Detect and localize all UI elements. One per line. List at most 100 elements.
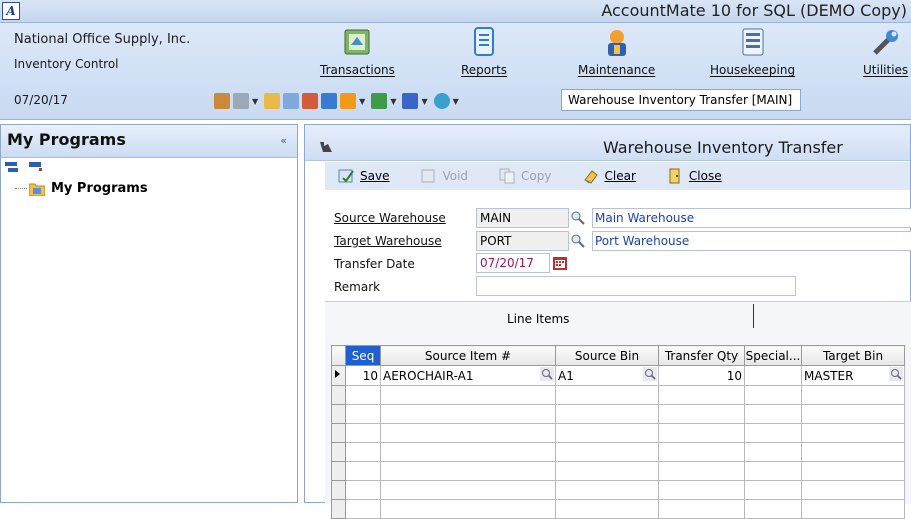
column-header-source-item[interactable]: Source Item # xyxy=(380,345,556,366)
grid-cell[interactable] xyxy=(658,442,745,462)
clear-button[interactable]: Clear xyxy=(582,167,636,185)
grid-cell[interactable] xyxy=(380,461,556,481)
grid-cell[interactable] xyxy=(658,404,745,424)
folder-icon[interactable] xyxy=(264,93,281,109)
outlook-icon[interactable] xyxy=(340,93,357,109)
source-warehouse-field[interactable]: MAIN xyxy=(476,208,569,228)
grid-cell[interactable] xyxy=(555,423,659,443)
grid-cell[interactable] xyxy=(345,442,381,462)
grid-cell[interactable] xyxy=(555,461,659,481)
menu-maintenance[interactable]: Maintenance xyxy=(578,25,655,77)
grid-cell[interactable] xyxy=(801,385,905,405)
menu-reports[interactable]: Reports xyxy=(461,25,507,77)
table-row[interactable] xyxy=(331,499,905,519)
grid-cell[interactable] xyxy=(801,442,905,462)
collapse-icon[interactable]: « xyxy=(280,134,287,147)
grid-cell[interactable] xyxy=(658,480,745,500)
grid-cell[interactable] xyxy=(345,461,381,481)
grid-cell[interactable] xyxy=(744,404,802,424)
excel-icon[interactable] xyxy=(371,93,388,109)
table-row[interactable] xyxy=(331,442,905,462)
menu-utilities[interactable]: Utilities xyxy=(863,25,908,77)
grid-cell[interactable] xyxy=(555,404,659,424)
word-icon[interactable] xyxy=(402,93,419,109)
grid-cell[interactable] xyxy=(658,423,745,443)
collapse-all-icon[interactable] xyxy=(29,162,43,174)
grid-cell[interactable] xyxy=(555,499,659,519)
remark-field[interactable] xyxy=(476,276,796,296)
chart-icon[interactable] xyxy=(302,93,319,109)
crystal-report-icon[interactable] xyxy=(321,93,338,109)
grid-cell[interactable] xyxy=(658,461,745,481)
transfer-date-field[interactable]: 07/20/17 xyxy=(476,253,550,273)
expand-all-icon[interactable] xyxy=(5,162,19,174)
table-row[interactable] xyxy=(331,404,905,424)
close-button[interactable]: Close xyxy=(666,167,722,185)
menu-transactions[interactable]: Transactions xyxy=(320,25,395,77)
grid-cell[interactable] xyxy=(380,480,556,500)
grid-cell[interactable] xyxy=(744,442,802,462)
source-item-cell[interactable]: AEROCHAIR-A1 xyxy=(380,365,556,386)
target-bin-cell[interactable]: MASTER xyxy=(801,365,905,386)
column-header-seq[interactable]: Seq xyxy=(345,345,381,366)
transfer-qty-cell[interactable]: 10 xyxy=(658,365,745,386)
target-warehouse-label[interactable]: Target Warehouse xyxy=(334,234,442,248)
grid-cell[interactable] xyxy=(380,442,556,462)
grid-cell[interactable] xyxy=(801,404,905,424)
chevron-down-icon[interactable]: ▼ xyxy=(421,97,427,106)
special-cell[interactable] xyxy=(744,365,802,386)
grid-cell[interactable] xyxy=(801,499,905,519)
table-row[interactable] xyxy=(331,480,905,500)
grid-cell[interactable] xyxy=(744,461,802,481)
void-button[interactable]: Void xyxy=(419,167,468,185)
chevron-down-icon[interactable]: ▼ xyxy=(359,97,365,106)
grid-cell[interactable] xyxy=(658,499,745,519)
seq-cell[interactable]: 10 xyxy=(345,365,381,386)
grid-cell[interactable] xyxy=(658,385,745,405)
copy-button[interactable]: Copy xyxy=(498,167,552,185)
lookup-icon[interactable] xyxy=(571,234,585,248)
table-row[interactable] xyxy=(331,461,905,481)
tree-item-my-programs[interactable]: My Programs xyxy=(15,181,148,196)
printer-icon[interactable] xyxy=(233,93,249,109)
table-row[interactable] xyxy=(331,385,905,405)
chevron-down-icon[interactable]: ▼ xyxy=(453,97,459,106)
chevron-down-icon[interactable]: ▼ xyxy=(252,97,258,106)
source-warehouse-label[interactable]: Source Warehouse xyxy=(334,211,446,225)
column-header-special[interactable]: Special... xyxy=(744,345,802,366)
open-window-combo[interactable]: Warehouse Inventory Transfer [MAIN] xyxy=(561,89,801,111)
grid-cell[interactable] xyxy=(744,385,802,405)
tab-line-items[interactable]: Line Items xyxy=(507,312,569,326)
grid-cell[interactable] xyxy=(380,423,556,443)
menu-housekeeping[interactable]: Housekeeping xyxy=(710,25,795,77)
grid-cell[interactable] xyxy=(744,499,802,519)
lookup-icon[interactable] xyxy=(643,367,657,381)
grid-cell[interactable] xyxy=(345,423,381,443)
grid-cell[interactable] xyxy=(380,499,556,519)
grid-cell[interactable] xyxy=(555,385,659,405)
grid-cell[interactable] xyxy=(801,423,905,443)
column-header-source-bin[interactable]: Source Bin xyxy=(555,345,659,366)
source-bin-cell[interactable]: A1 xyxy=(555,365,659,386)
grid-cell[interactable] xyxy=(345,385,381,405)
grid-cell[interactable] xyxy=(555,442,659,462)
grid-cell[interactable] xyxy=(345,499,381,519)
table-row[interactable]: 10 AEROCHAIR-A1 A1 10 MASTER xyxy=(331,365,905,386)
grid-cell[interactable] xyxy=(345,480,381,500)
document-icon[interactable] xyxy=(283,93,300,109)
app-icon[interactable]: A xyxy=(2,2,20,20)
grid-cell[interactable] xyxy=(380,385,556,405)
column-header-target-bin[interactable]: Target Bin xyxy=(801,345,905,366)
lookup-icon[interactable] xyxy=(889,367,903,381)
calendar-icon[interactable] xyxy=(552,255,568,271)
table-row[interactable] xyxy=(331,423,905,443)
grid-cell[interactable] xyxy=(744,480,802,500)
chevron-down-icon[interactable]: ▼ xyxy=(390,97,396,106)
grid-cell[interactable] xyxy=(345,404,381,424)
users-icon[interactable] xyxy=(214,93,230,109)
lookup-icon[interactable] xyxy=(540,367,554,381)
lookup-icon[interactable] xyxy=(571,211,585,225)
column-header-transfer-qty[interactable]: Transfer Qty xyxy=(658,345,745,366)
target-warehouse-field[interactable]: PORT xyxy=(476,231,569,251)
globe-icon[interactable] xyxy=(433,93,450,109)
